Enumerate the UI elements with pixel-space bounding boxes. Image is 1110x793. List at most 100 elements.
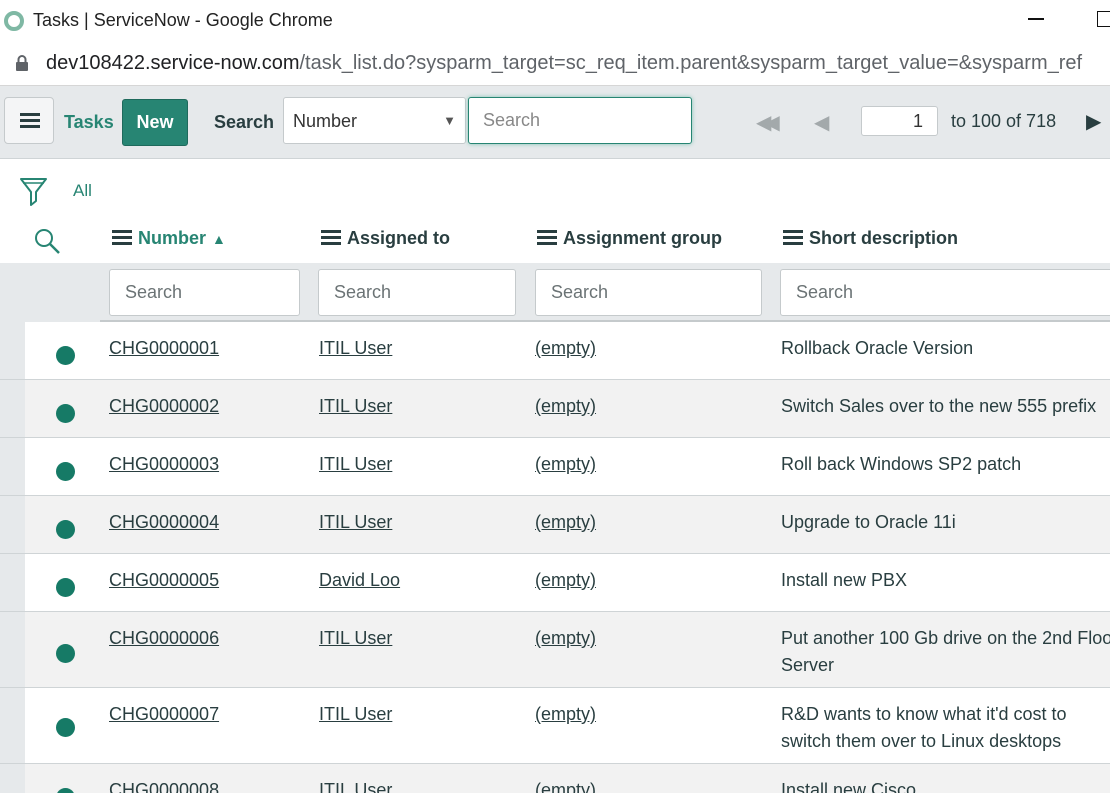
short-description-cell: Rollback Oracle Version [781,338,974,358]
row-gutter [0,612,25,687]
browser-titlebar: Tasks | ServiceNow - Google Chrome [0,0,1110,42]
short-description-cell: Put another 100 Gb drive on the 2nd Floo… [781,628,1110,675]
column-label-short-description: Short description [809,228,959,248]
assigned-to-link[interactable]: ITIL User [319,625,392,652]
row-gutter [0,438,25,495]
table-row[interactable]: CHG0000002 ITIL User (empty) Switch Sale… [0,380,1110,438]
column-search-row [0,263,1110,322]
assignment-group-link[interactable]: (empty) [535,393,596,420]
column-menu-icon[interactable] [783,230,803,245]
search-row-gutter [0,263,100,322]
assigned-to-link[interactable]: ITIL User [319,335,392,362]
column-header-short-description[interactable]: Short description [783,228,958,249]
status-dot-icon [56,644,75,663]
assigned-to-search-input[interactable] [318,269,516,316]
column-menu-icon[interactable] [321,230,341,245]
number-search-input[interactable] [109,269,300,316]
status-dot-icon [56,578,75,597]
assignment-group-link[interactable]: (empty) [535,567,596,594]
number-link[interactable]: CHG0000002 [109,393,219,420]
first-page-icon[interactable]: ◀◀ [756,110,780,135]
row-gutter [0,764,25,793]
table-row[interactable]: CHG0000008 ITIL User (empty) Install new… [0,764,1110,793]
short-description-search-input[interactable] [780,269,1110,316]
assigned-to-link[interactable]: ITIL User [319,777,392,793]
status-dot-icon [56,788,75,793]
breadcrumb-all[interactable]: All [73,181,92,201]
url-path: /task_list.do?sysparm_target=sc_req_item… [299,52,1083,74]
column-header-assigned-to[interactable]: Assigned to [321,228,450,249]
number-link[interactable]: CHG0000006 [109,625,219,652]
column-label-assignment-group: Assignment group [563,228,723,248]
number-link[interactable]: CHG0000004 [109,509,219,536]
table-row[interactable]: CHG0000006 ITIL User (empty) Put another… [0,612,1110,688]
task-list-body: CHG0000001 ITIL User (empty) Rollback Or… [0,322,1110,793]
short-description-cell: Switch Sales over to the new 555 prefix [781,396,1097,416]
page-number-input[interactable] [861,106,938,136]
assigned-to-link[interactable]: ITIL User [319,451,392,478]
column-label-number: Number [138,228,207,248]
assignment-group-link[interactable]: (empty) [535,335,596,362]
short-description-cell: Install new Cisco [781,780,917,793]
filter-funnel-icon[interactable] [20,177,47,209]
lock-icon [16,55,28,71]
next-page-icon[interactable]: ▶ [1086,109,1101,134]
page-range-text: to 100 of 718 [951,111,1057,131]
column-menu-icon[interactable] [112,230,132,245]
assignment-group-link[interactable]: (empty) [535,777,596,793]
short-description-cell: Install new PBX [781,570,908,590]
prev-page-icon[interactable]: ◀ [814,110,829,135]
number-link[interactable]: CHG0000005 [109,567,219,594]
assigned-to-link[interactable]: ITIL User [319,701,392,728]
table-row[interactable]: CHG0000005 David Loo (empty) Install new… [0,554,1110,612]
address-bar[interactable]: dev108422.service-now.com/task_list.do?s… [0,42,1110,86]
new-button[interactable]: New [122,99,188,146]
status-dot-icon [56,520,75,539]
assigned-to-link[interactable]: ITIL User [319,509,392,536]
table-row[interactable]: CHG0000007 ITIL User (empty) R&D wants t… [0,688,1110,764]
assignment-group-link[interactable]: (empty) [535,451,596,478]
chrome-logo-icon [4,11,24,31]
status-dot-icon [56,718,75,737]
number-link[interactable]: CHG0000007 [109,701,219,728]
search-label: Search [214,112,275,132]
number-link[interactable]: CHG0000003 [109,451,219,478]
filter-bar: All [0,160,1110,215]
status-dot-icon [56,462,75,481]
assignment-group-link[interactable]: (empty) [535,625,596,652]
list-menu-button[interactable] [4,97,54,144]
table-row[interactable]: CHG0000001 ITIL User (empty) Rollback Or… [0,322,1110,380]
column-header-number[interactable]: Number ▲ [112,228,226,249]
column-header-row: Number ▲ Assigned to Assignment group Sho… [0,215,1110,263]
list-search-input[interactable] [468,97,692,144]
minimize-button[interactable] [1028,18,1044,20]
url-text[interactable]: dev108422.service-now.com/task_list.do?s… [46,52,1082,75]
column-menu-icon[interactable] [537,230,557,245]
short-description-cell: R&D wants to know what it'd cost to swit… [781,704,1067,751]
window-title: Tasks | ServiceNow - Google Chrome [33,10,333,30]
row-gutter [0,688,25,763]
number-link[interactable]: CHG0000001 [109,335,219,362]
status-dot-icon [56,404,75,423]
list-title[interactable]: Tasks [64,112,114,133]
row-gutter [0,380,25,437]
search-field-select[interactable]: Number ▼ [283,97,466,144]
url-host: dev108422.service-now.com [46,52,300,74]
maximize-button[interactable] [1097,11,1110,27]
table-row[interactable]: CHG0000004 ITIL User (empty) Upgrade to … [0,496,1110,554]
table-row[interactable]: CHG0000003 ITIL User (empty) Roll back W… [0,438,1110,496]
search-magnifier-icon[interactable] [33,227,61,255]
list-header: Tasks New Search Number ▼ ◀◀ ◀ to 100 of… [0,86,1110,159]
assigned-to-link[interactable]: David Loo [319,567,400,594]
number-link[interactable]: CHG0000008 [109,777,219,793]
assignment-group-search-input[interactable] [535,269,762,316]
sort-ascending-icon: ▲ [212,231,226,247]
assigned-to-link[interactable]: ITIL User [319,393,392,420]
short-description-cell: Upgrade to Oracle 11i [781,512,956,532]
row-gutter [0,322,25,379]
assignment-group-link[interactable]: (empty) [535,509,596,536]
row-gutter [0,496,25,553]
assignment-group-link[interactable]: (empty) [535,701,596,728]
column-header-assignment-group[interactable]: Assignment group [537,228,722,249]
row-gutter [0,554,25,611]
